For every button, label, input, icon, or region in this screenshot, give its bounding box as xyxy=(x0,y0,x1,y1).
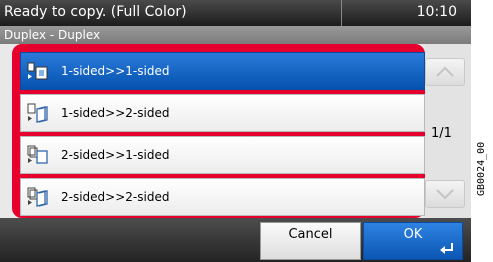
figure-code: GB0024_00 xyxy=(476,141,487,196)
option-1sided-2sided[interactable]: 1-sided>>2-sided xyxy=(20,94,425,132)
option-2sided-2sided[interactable]: 2-sided>>2-sided xyxy=(20,178,425,216)
duplex-2to2-icon xyxy=(27,187,48,207)
chevron-down-icon xyxy=(436,189,454,200)
status-bar: Ready to copy. (Full Color) 10:10 xyxy=(0,0,471,26)
duplex-1to1-icon xyxy=(27,62,48,80)
option-1sided-1sided[interactable]: 1-sided>>1-sided xyxy=(20,52,425,90)
enter-icon xyxy=(440,243,453,254)
ok-label: OK xyxy=(403,227,423,242)
page-indicator: 1/1 xyxy=(431,126,452,141)
highlight-frame: 1-sided>>1-sided 1-sided>>2-sided 2-side… xyxy=(12,44,425,218)
option-2sided-1sided[interactable]: 2-sided>>1-sided xyxy=(20,136,425,174)
duplex-2to1-icon xyxy=(27,145,48,164)
option-label: 1-sided>>2-sided xyxy=(61,106,170,120)
status-time: 10:10 xyxy=(416,4,457,20)
cancel-button[interactable]: Cancel xyxy=(260,222,361,260)
scroll-up-button[interactable] xyxy=(425,58,465,86)
status-divider xyxy=(341,0,342,26)
status-message: Ready to copy. (Full Color) xyxy=(4,4,187,20)
option-label: 1-sided>>1-sided xyxy=(61,64,170,78)
scroll-column: 1/1 xyxy=(425,44,471,218)
screen-title: Duplex - Duplex xyxy=(0,26,471,44)
ok-button[interactable]: OK xyxy=(363,222,463,260)
chevron-up-icon xyxy=(436,66,454,77)
scroll-down-button[interactable] xyxy=(425,180,465,208)
duplex-1to2-icon xyxy=(27,103,48,123)
option-label: 2-sided>>2-sided xyxy=(61,190,170,204)
option-label: 2-sided>>1-sided xyxy=(61,148,170,162)
copier-screen: Ready to copy. (Full Color) 10:10 Duplex… xyxy=(0,0,471,262)
